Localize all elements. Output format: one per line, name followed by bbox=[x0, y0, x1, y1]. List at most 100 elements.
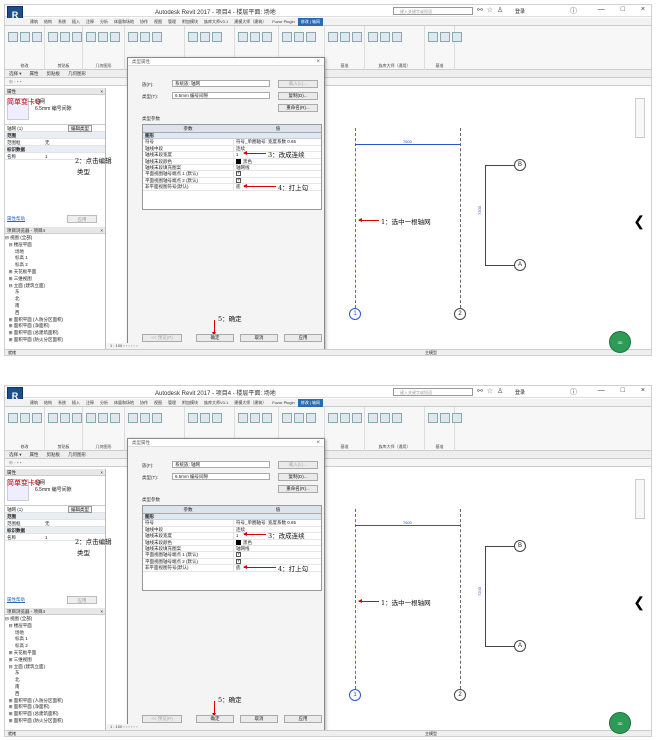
tool-icon[interactable] bbox=[340, 32, 350, 42]
quick-icons[interactable]: ⚯ ☆ ♙ bbox=[477, 387, 504, 395]
close-icon[interactable]: × bbox=[100, 469, 103, 476]
tool-icon[interactable] bbox=[128, 32, 138, 42]
checkbox[interactable] bbox=[236, 177, 241, 183]
property-row[interactable]: 范围 bbox=[5, 513, 105, 520]
tool-icon[interactable] bbox=[262, 413, 272, 423]
browser-item[interactable]: ⊟ 视图 (全部) bbox=[5, 235, 105, 242]
close-icon[interactable]: × bbox=[100, 608, 103, 615]
instance-selector[interactable]: 轴网 (1) 编辑类型 bbox=[5, 506, 105, 513]
rename-button[interactable]: 重命名(R)... bbox=[278, 485, 318, 493]
selection-bar-item[interactable]: 属性 bbox=[26, 451, 43, 459]
ribbon-tab[interactable]: 协作 bbox=[137, 18, 151, 26]
selection-bar-item[interactable]: 几何图形 bbox=[64, 70, 90, 78]
tool-icon[interactable] bbox=[86, 32, 96, 42]
close-icon[interactable]: × bbox=[100, 88, 103, 95]
ok-button[interactable]: 确定 bbox=[196, 715, 234, 723]
tool-icon[interactable] bbox=[352, 32, 362, 42]
tool-icon[interactable] bbox=[428, 413, 438, 423]
property-value[interactable]: 1 bbox=[45, 534, 48, 541]
selection-bar-item[interactable]: 剪贴板 bbox=[43, 451, 65, 459]
tool-icon[interactable] bbox=[250, 32, 260, 42]
property-row[interactable]: 标识数据 bbox=[5, 146, 105, 153]
browser-item[interactable]: ⊞ 天花板平面 bbox=[5, 650, 105, 657]
grid-bubble-b[interactable]: B bbox=[514, 159, 526, 171]
window-controls[interactable]: — □ × bbox=[598, 387, 645, 394]
ribbon-tab[interactable]: 修改 | 轴网 bbox=[297, 399, 323, 407]
grid-bubble-1[interactable]: 1 bbox=[349, 689, 361, 701]
tool-icon[interactable] bbox=[238, 413, 248, 423]
cancel-button[interactable]: 取消 bbox=[240, 334, 278, 342]
type-selector[interactable]: 轴网 6.5mm 编号间隙 简单变卡Q bbox=[5, 476, 105, 506]
drawing-canvas[interactable]: ❮ 1 2 7600 B A 7200 1：选中一根轴网 bbox=[325, 88, 649, 350]
grid-line-b[interactable] bbox=[485, 546, 515, 547]
browser-item[interactable]: 标高 2 bbox=[5, 643, 105, 650]
selection-bar-item[interactable]: 剪贴板 bbox=[43, 70, 65, 78]
tool-icon[interactable] bbox=[380, 413, 390, 423]
grid-bubble-a[interactable]: A bbox=[514, 640, 526, 652]
properties-help-link[interactable]: 属性帮助 bbox=[7, 216, 25, 222]
selection-bar-item[interactable]: 选择 ▾ bbox=[5, 451, 26, 459]
ribbon-tab[interactable]: 结构 bbox=[41, 399, 55, 407]
close-icon[interactable]: × bbox=[316, 439, 320, 447]
browser-item[interactable]: 东 bbox=[5, 289, 105, 296]
browser-item[interactable]: ⊟ 楼层平面 bbox=[5, 242, 105, 249]
ribbon-tab[interactable]: Fuzor Plugin bbox=[269, 399, 297, 406]
grid-bubble-1[interactable]: 1 bbox=[349, 308, 361, 320]
ribbon-tab[interactable]: 注释 bbox=[83, 18, 97, 26]
grid-line-a[interactable] bbox=[485, 265, 515, 266]
load-button[interactable]: 载入(L)... bbox=[278, 80, 318, 88]
duplicate-button[interactable]: 复制(D)... bbox=[278, 92, 318, 100]
checkbox[interactable] bbox=[236, 551, 241, 558]
ribbon-tab[interactable]: 附加模块 bbox=[179, 399, 201, 407]
tool-icon[interactable] bbox=[392, 413, 402, 423]
close-icon[interactable]: × bbox=[316, 58, 320, 66]
tool-icon[interactable] bbox=[60, 32, 70, 42]
tool-icon[interactable] bbox=[32, 32, 42, 42]
property-value[interactable]: 1 bbox=[45, 153, 48, 160]
browser-item[interactable]: ⊞ 面积平面 (防火分区面积) bbox=[5, 337, 105, 344]
browser-item[interactable]: ⊞ 面积平面 (总建筑面积) bbox=[5, 330, 105, 337]
login-button[interactable]: 登录 bbox=[515, 8, 525, 15]
checkbox[interactable] bbox=[236, 558, 241, 564]
ribbon-tab[interactable]: 视图 bbox=[151, 18, 165, 26]
ribbon-tab[interactable]: 建模大师（建筑） bbox=[231, 399, 269, 407]
instance-selector[interactable]: 轴网 (1) 编辑类型 bbox=[5, 125, 105, 132]
drawing-canvas[interactable]: ❮ 1 2 7600 B A 7200 1：选中一根轴网 bbox=[325, 469, 649, 731]
ribbon-tab[interactable]: 结构 bbox=[41, 18, 55, 26]
ribbon-tab[interactable]: 分析 bbox=[97, 18, 111, 26]
grid-bubble-2[interactable]: 2 bbox=[454, 308, 466, 320]
tool-icon[interactable] bbox=[140, 413, 150, 423]
browser-item[interactable]: 东 bbox=[5, 670, 105, 677]
grid-line-2[interactable] bbox=[460, 509, 461, 689]
preview-button[interactable]: << 预览(P) bbox=[142, 715, 182, 723]
param-value[interactable]: 底 bbox=[233, 184, 241, 191]
tool-icon[interactable] bbox=[262, 32, 272, 42]
browser-item[interactable]: ⊞ 三维视图 bbox=[5, 657, 105, 664]
ribbon-tab[interactable]: 插入 bbox=[69, 399, 83, 407]
load-button[interactable]: 载入(L)... bbox=[278, 461, 318, 469]
tool-icon[interactable] bbox=[306, 413, 316, 423]
grid-line-a[interactable] bbox=[485, 646, 515, 647]
browser-item[interactable]: 北 bbox=[5, 296, 105, 303]
tool-icon[interactable] bbox=[368, 413, 378, 423]
tool-icon[interactable] bbox=[152, 413, 162, 423]
tool-icon[interactable] bbox=[32, 413, 42, 423]
tool-icon[interactable] bbox=[452, 32, 462, 42]
preview-button[interactable]: << 预览(P) bbox=[142, 334, 182, 342]
tool-icon[interactable] bbox=[72, 32, 82, 42]
ribbon-tab[interactable]: 协作 bbox=[137, 399, 151, 407]
search-input[interactable]: 键入关键字或短语 bbox=[393, 388, 473, 396]
family-select[interactable]: 系统族: 轴网 bbox=[172, 80, 270, 87]
ribbon-tab[interactable]: 附加模块 bbox=[179, 18, 201, 26]
tool-icon[interactable] bbox=[8, 32, 18, 42]
tool-icon[interactable] bbox=[98, 413, 108, 423]
tool-icon[interactable] bbox=[212, 413, 222, 423]
tool-icon[interactable] bbox=[294, 32, 304, 42]
browser-item[interactable]: ⊞ 天花板平面 bbox=[5, 269, 105, 276]
duplicate-button[interactable]: 复制(D)... bbox=[278, 473, 318, 481]
selection-bar-item[interactable]: 几何图形 bbox=[64, 451, 90, 459]
rename-button[interactable]: 重命名(R)... bbox=[278, 104, 318, 112]
ribbon-tab[interactable]: 建模大师（建筑） bbox=[231, 18, 269, 26]
type-selector[interactable]: 轴网 6.5mm 编号间隙 简单变卡Q bbox=[5, 95, 105, 125]
tool-icon[interactable] bbox=[440, 32, 450, 42]
